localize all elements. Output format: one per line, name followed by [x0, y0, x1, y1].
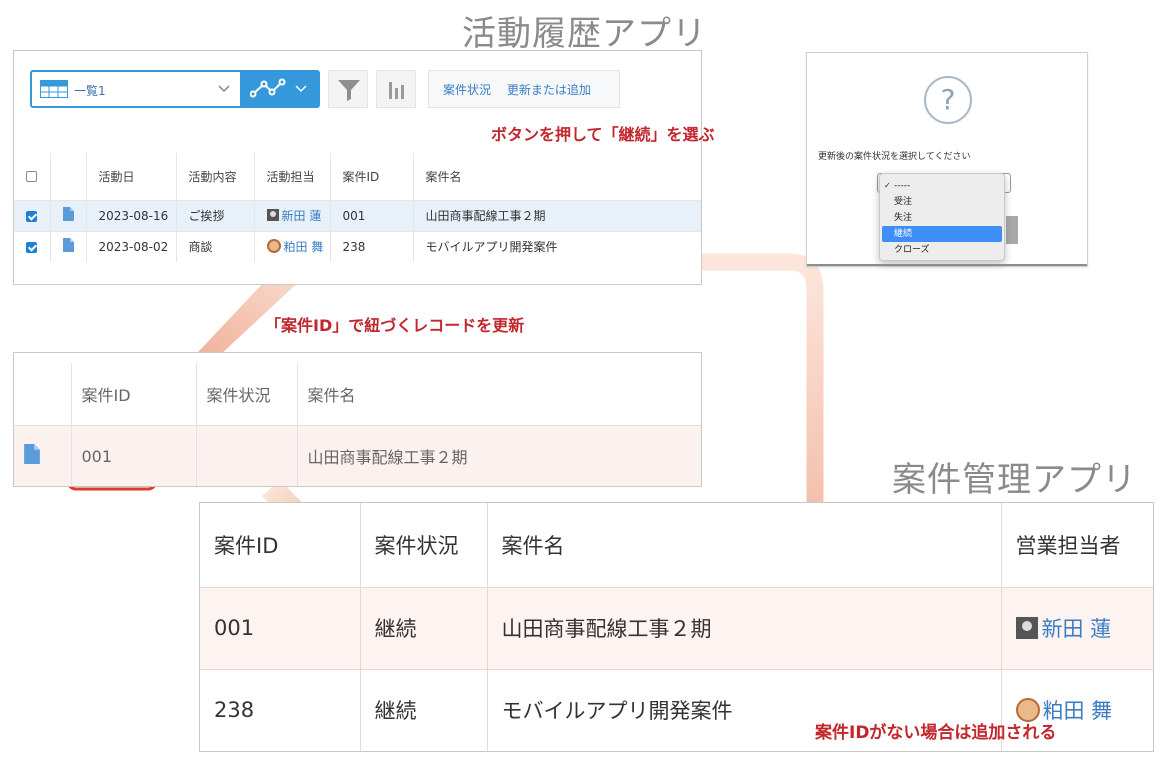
table-row[interactable]: 2023-08-16 ご挨拶 新田 蓮 001 山田商事配線工事２期 [14, 199, 701, 231]
cell-owner: 新田 蓮 [1001, 586, 1153, 669]
dialog-ok-button[interactable] [1006, 216, 1018, 244]
activity-app-title: 活動履歴アプリ [462, 14, 707, 54]
owner-link[interactable]: 新田 蓮 [282, 209, 322, 223]
status-option[interactable]: 受注 [880, 194, 1004, 210]
graph-view-button[interactable] [242, 70, 320, 108]
user-avatar-icon [266, 209, 279, 221]
status-select-dialog: ? 更新後の案件状況を選択してください ----- 受注 失注 継続 クローズ [806, 52, 1088, 267]
status-option-selected[interactable]: 継続 [882, 226, 1002, 242]
header-blank [14, 363, 72, 425]
select-all-checkbox[interactable] [26, 171, 37, 183]
document-icon[interactable] [62, 207, 74, 224]
row-detail-cell [50, 199, 87, 231]
cell-content: 商談 [176, 230, 255, 262]
cell-case-id: 238 [330, 230, 414, 262]
column-header-case-name[interactable]: 案件名 [487, 503, 1002, 587]
row-detail-cell [14, 424, 72, 486]
status-option[interactable]: 失注 [880, 210, 1004, 226]
cell-status [196, 424, 298, 486]
table-header-row: 案件ID 案件状況 案件名 [14, 363, 701, 425]
row-checkbox[interactable] [26, 210, 37, 222]
cell-case-name: 山田商事配線工事２期 [413, 199, 701, 231]
dialog-divider [807, 264, 1087, 266]
status-option[interactable]: クローズ [880, 242, 1004, 258]
cell-status: 継続 [360, 586, 488, 669]
document-icon[interactable] [62, 238, 74, 255]
column-header-case-name[interactable]: 案件名 [297, 363, 701, 425]
user-avatar-icon [1015, 617, 1038, 639]
status-option[interactable]: ----- [880, 178, 1004, 194]
question-icon: ? [924, 76, 972, 124]
cell-content: ご挨拶 [176, 199, 255, 231]
cell-case-id: 001 [200, 586, 361, 669]
column-header-case-name[interactable]: 案件名 [413, 153, 701, 200]
cell-date: 2023-08-16 [86, 199, 177, 231]
cell-owner: 新田 蓮 [254, 199, 331, 231]
case-management-panel: 案件ID 案件状況 案件名 営業担当者 001 継続 山田商事配線工事２期 新田… [199, 502, 1154, 752]
user-avatar-icon [266, 239, 281, 254]
case-table: 案件ID 案件状況 案件名 営業担当者 001 継続 山田商事配線工事２期 新田… [200, 503, 1153, 751]
row-checkbox-cell [14, 230, 51, 262]
annotation-pick-continue: ボタンを押して「継続」を選ぶ [491, 125, 715, 144]
owner-link[interactable]: 粕田 舞 [284, 240, 324, 254]
header-blank [50, 153, 87, 200]
row-checkbox[interactable] [26, 241, 37, 253]
column-header-content[interactable]: 活動内容 [176, 153, 255, 200]
bar-chart-icon [389, 82, 404, 99]
annotation-update-linked: 「案件ID」で紐づくレコードを更新 [265, 316, 525, 335]
document-icon[interactable] [24, 444, 40, 468]
column-header-date[interactable]: 活動日 [86, 153, 177, 200]
view-selector-label: 一覧1 [74, 84, 106, 98]
filter-button[interactable] [328, 70, 368, 108]
column-header-status[interactable]: 案件状況 [360, 503, 488, 587]
table-header-row: 活動日 活動内容 活動担当 案件ID 案件名 [14, 153, 701, 200]
chevron-down-icon [218, 81, 230, 100]
activity-app-panel: 一覧1 案件状況 更新または追加 活動日 活動内容 活動担当 案件ID 案件名 [13, 50, 702, 285]
table-row[interactable]: 001 山田商事配線工事２期 [14, 424, 701, 486]
chevron-down-icon [295, 85, 307, 93]
cell-date: 2023-08-02 [86, 230, 177, 262]
row-checkbox-cell [14, 199, 51, 231]
filter-icon [338, 80, 360, 101]
column-header-case-id[interactable]: 案件ID [71, 363, 197, 425]
cell-status: 継続 [360, 668, 488, 751]
cell-case-name: 山田商事配線工事２期 [297, 424, 701, 486]
dialog-prompt: 更新後の案件状況を選択してください [818, 152, 971, 162]
update-or-add-button[interactable]: 更新または追加 [507, 83, 591, 97]
status-dropdown-menu: ----- 受注 失注 継続 クローズ [879, 173, 1005, 261]
cell-case-name: モバイルアプリ開発案件 [413, 230, 701, 262]
cell-case-id: 001 [330, 199, 414, 231]
owner-link[interactable]: 新田 蓮 [1042, 617, 1112, 641]
table-row[interactable]: 2023-08-02 商談 粕田 舞 238 モバイルアプリ開発案件 [14, 230, 701, 262]
table-row[interactable]: 001 継続 山田商事配線工事２期 新田 蓮 [200, 586, 1153, 669]
select-all-cell [14, 153, 51, 200]
table-view-icon [40, 80, 68, 102]
row-detail-cell [50, 230, 87, 262]
column-header-sales-owner[interactable]: 営業担当者 [1001, 503, 1153, 587]
table-header-row: 案件ID 案件状況 案件名 営業担当者 [200, 503, 1153, 587]
column-header-owner[interactable]: 活動担当 [254, 153, 331, 200]
case-status-button[interactable]: 案件状況 [443, 83, 491, 97]
action-button-group: 案件状況 更新または追加 [428, 70, 620, 108]
activity-table: 活動日 活動内容 活動担当 案件ID 案件名 2023-08-16 ご挨拶 新田… [14, 153, 701, 262]
column-header-case-id[interactable]: 案件ID [200, 503, 361, 587]
cell-case-id: 001 [71, 424, 197, 486]
column-header-status[interactable]: 案件状況 [196, 363, 298, 425]
case-lookup-table: 案件ID 案件状況 案件名 001 山田商事配線工事２期 [14, 363, 701, 486]
column-header-case-id[interactable]: 案件ID [330, 153, 414, 200]
case-app-title: 案件管理アプリ [892, 460, 1137, 500]
cell-owner: 粕田 舞 [254, 230, 331, 262]
graph-icon [250, 78, 286, 98]
chart-button[interactable] [376, 70, 416, 108]
view-selector[interactable]: 一覧1 [30, 70, 242, 108]
annotation-added-if-missing: 案件IDがない場合は追加される [815, 723, 1057, 743]
case-lookup-panel: 案件ID 案件状況 案件名 001 山田商事配線工事２期 [13, 352, 702, 487]
cell-case-id: 238 [200, 668, 361, 751]
cell-case-name: 山田商事配線工事２期 [487, 586, 1002, 669]
